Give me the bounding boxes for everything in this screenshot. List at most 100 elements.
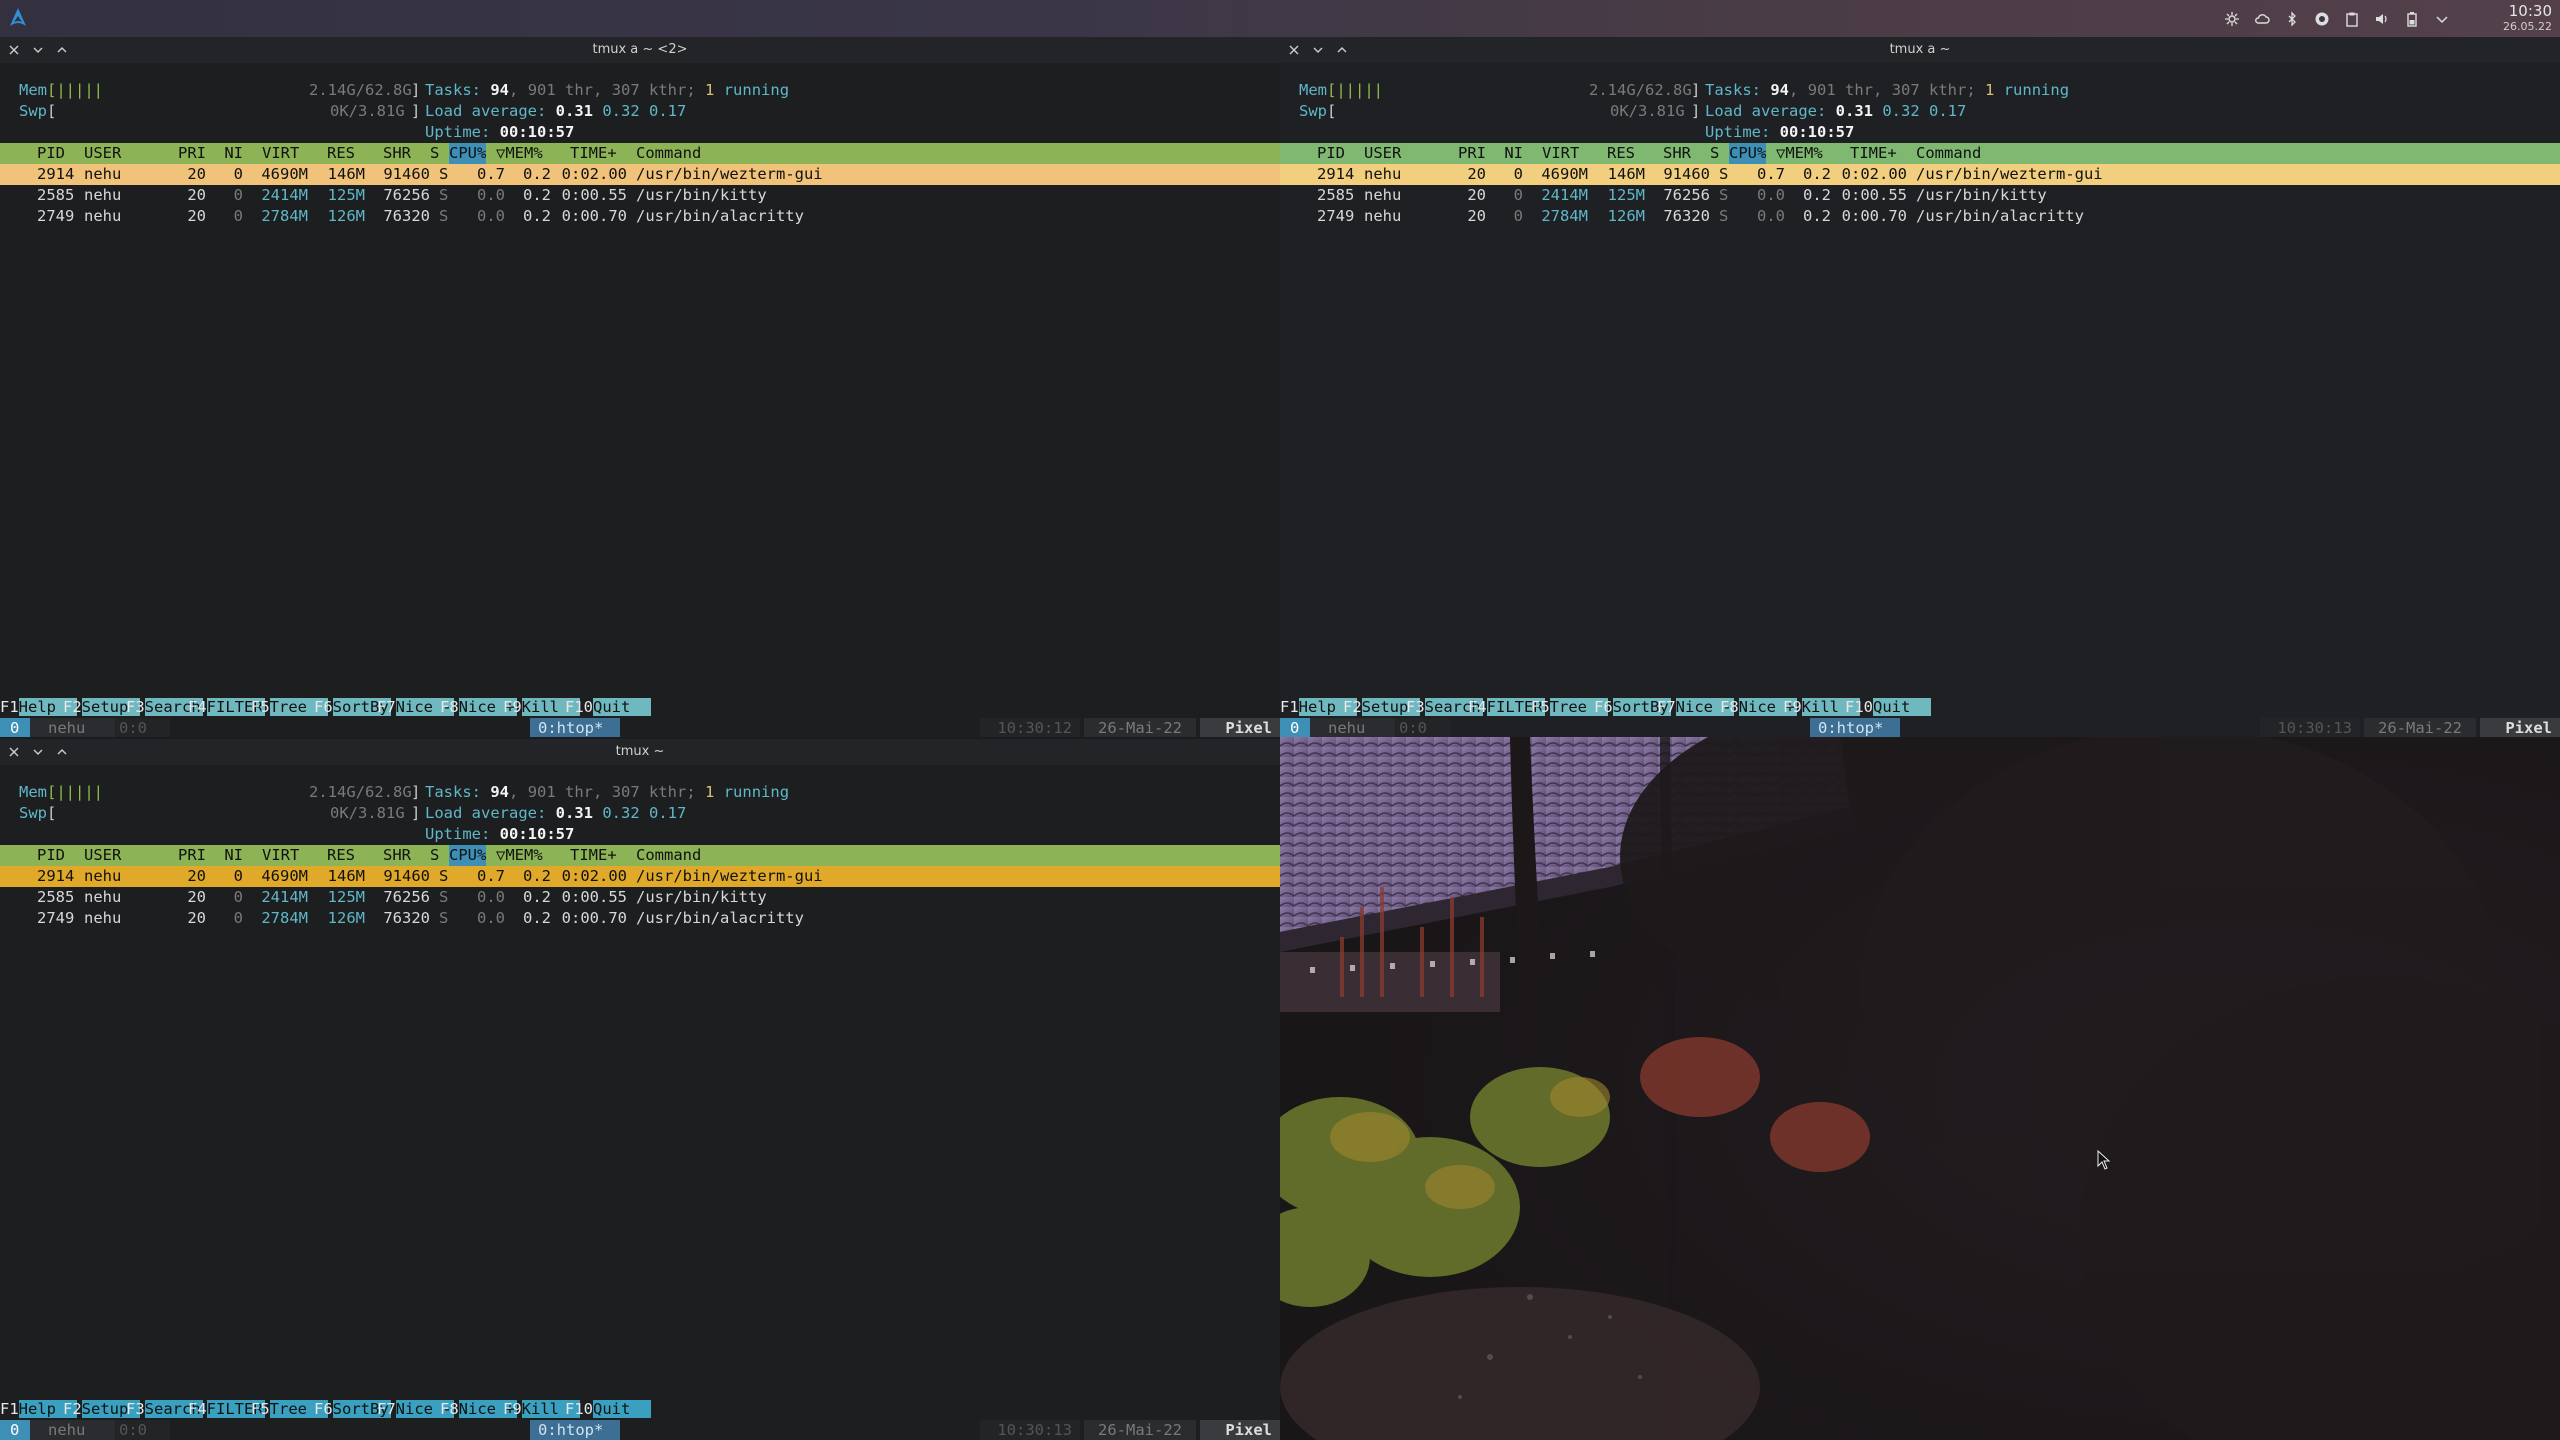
column-header[interactable]: ▽MEM% xyxy=(496,143,543,164)
volume-icon[interactable] xyxy=(2374,11,2390,27)
chevron-down-icon[interactable] xyxy=(2434,11,2450,27)
process-cpu: 0.0 xyxy=(477,207,505,225)
column-header[interactable]: PRI xyxy=(178,143,206,164)
tmux-session[interactable]: 0 xyxy=(1280,718,1310,737)
window-titlebar[interactable]: tmux a ~ xyxy=(1280,37,2560,63)
process-row[interactable]: 2585 nehu 20 0 2414M 125M 76256 S 0.0 0.2 0:00.55 /… xyxy=(0,887,1280,908)
terminal-window-1[interactable]: tmux a ~ <2> Mem[||||| 2.14G/62.8G] Tasks: … xyxy=(0,37,1280,737)
column-header[interactable]: PRI xyxy=(1458,143,1486,164)
column-header[interactable]: S xyxy=(1710,143,1719,164)
process-table-header[interactable]: PID USER PRI NI VIRT RES SHR S CPU% ▽MEM% TIME+ Com… xyxy=(1280,143,2560,164)
process-res: 146M xyxy=(327,165,365,183)
column-header[interactable]: SHR xyxy=(383,143,411,164)
process-table-header[interactable]: PID USER PRI NI VIRT RES SHR S CPU% ▽MEM% TIME+ Com… xyxy=(0,143,1280,164)
column-header[interactable]: TIME+ xyxy=(570,845,617,866)
uptime-label: Uptime: xyxy=(425,825,491,843)
swap-meter-row: Swp[0K/3.81G] Load average: 0.31 0.32 0.1… xyxy=(19,804,687,822)
tmux-window-tab[interactable]: 0:htop* xyxy=(530,718,620,737)
column-header[interactable]: Command xyxy=(636,143,701,164)
column-header[interactable]: USER xyxy=(84,143,121,164)
tasks-label: Tasks: xyxy=(425,81,481,99)
process-res: 146M xyxy=(327,867,365,885)
column-header[interactable]: SHR xyxy=(383,845,411,866)
swp-value: 0K/3.81G xyxy=(1610,102,1685,120)
tmux-pane: 0:0 xyxy=(115,1420,170,1440)
bluetooth-icon[interactable] xyxy=(2284,10,2300,27)
clock[interactable]: 10:30 26.05.22 xyxy=(2456,3,2552,34)
swp-label: Swp xyxy=(19,804,47,822)
top-panel: 10:30 26.05.22 xyxy=(0,0,2560,37)
tmux-session[interactable]: 0 xyxy=(0,1420,30,1440)
column-header[interactable]: USER xyxy=(84,845,121,866)
tasks-count: 94 xyxy=(490,783,510,801)
process-time: 0:02.00 xyxy=(561,867,627,885)
column-header[interactable]: CPU% xyxy=(449,143,487,164)
terminal-window-3[interactable]: tmux ~ Mem[||||| 2.14G/62.8G] Tasks: 94, 90… xyxy=(0,739,1280,1440)
column-header[interactable]: Command xyxy=(1916,143,1981,164)
column-header[interactable]: PRI xyxy=(178,845,206,866)
cloud-icon[interactable] xyxy=(2254,11,2270,27)
window-titlebar[interactable]: tmux a ~ <2> xyxy=(0,37,1280,63)
process-ni: 0 xyxy=(1513,165,1523,183)
column-header[interactable]: VIRT xyxy=(262,845,299,866)
process-row[interactable]: 2914 nehu 20 0 4690M 146M 91460 S 0.7 0.2 0:02.00 /… xyxy=(1280,164,2560,185)
column-header[interactable]: S xyxy=(430,143,439,164)
column-header[interactable]: NI xyxy=(224,143,243,164)
process-row[interactable]: 2914 nehu 20 0 4690M 146M 91460 S 0.7 0.2 0:02.00 /… xyxy=(0,164,1280,185)
tmux-pane: 0:0 xyxy=(1395,718,1450,737)
swp-label: Swp xyxy=(1299,102,1327,120)
clipboard-icon[interactable] xyxy=(2344,11,2360,27)
column-header[interactable]: RES xyxy=(327,845,355,866)
column-header[interactable]: CPU% xyxy=(449,845,487,866)
process-row[interactable]: 2749 nehu 20 0 2784M 126M 76320 S 0.0 0.2 0:00.70 /… xyxy=(1280,206,2560,227)
tmux-window-tab[interactable]: 0:htop* xyxy=(530,1420,620,1440)
htop-terminal[interactable]: Mem[||||| 2.14G/62.8G] Tasks: 94, 901 thr,… xyxy=(0,765,1280,1440)
column-header[interactable]: PID xyxy=(37,845,65,866)
column-header[interactable]: ▽MEM% xyxy=(496,845,543,866)
process-cmd: /usr/bin/wezterm-gui xyxy=(636,165,823,183)
htop-terminal[interactable]: Mem[||||| 2.14G/62.8G] Tasks: 94, 901 thr,… xyxy=(1280,63,2560,737)
process-row[interactable]: 2749 nehu 20 0 2784M 126M 76320 S 0.0 0.2 0:00.70 /… xyxy=(0,206,1280,227)
column-header[interactable]: RES xyxy=(327,143,355,164)
process-mem: 0.2 xyxy=(523,888,551,906)
process-pri: 20 xyxy=(1467,207,1486,225)
column-header[interactable]: CPU% xyxy=(1729,143,1767,164)
column-header[interactable]: TIME+ xyxy=(570,143,617,164)
process-table-header[interactable]: PID USER PRI NI VIRT RES SHR S CPU% ▽MEM% TIME+ Com… xyxy=(0,845,1280,866)
fkey-button[interactable]: F10Quit xyxy=(1845,697,1931,718)
column-header[interactable]: ▽MEM% xyxy=(1776,143,1823,164)
terminal-window-2[interactable]: tmux a ~ Mem[||||| 2.14G/62.8G] Tasks: 94, … xyxy=(1280,37,2560,737)
column-header[interactable]: S xyxy=(430,845,439,866)
tmux-window-tab[interactable]: 0:htop* xyxy=(1810,718,1900,737)
window-titlebar[interactable]: tmux ~ xyxy=(0,739,1280,765)
process-row[interactable]: 2585 nehu 20 0 2414M 125M 76256 S 0.0 0.2 0:00.55 /… xyxy=(0,185,1280,206)
column-header[interactable]: VIRT xyxy=(1542,143,1579,164)
process-s: S xyxy=(439,165,449,183)
column-header[interactable]: PID xyxy=(37,143,65,164)
fkey-key: F2 xyxy=(63,1400,82,1418)
process-row[interactable]: 2585 nehu 20 0 2414M 125M 76256 S 0.0 0.2 0:00.55 /… xyxy=(1280,185,2560,206)
app-launcher[interactable] xyxy=(0,0,36,37)
process-ni: 0 xyxy=(233,909,243,927)
column-header[interactable]: Command xyxy=(636,845,701,866)
column-header[interactable]: TIME+ xyxy=(1850,143,1897,164)
column-header[interactable]: RES xyxy=(1607,143,1635,164)
htop-terminal[interactable]: Mem[||||| 2.14G/62.8G] Tasks: 94, 901 thr,… xyxy=(0,63,1280,737)
update-icon[interactable] xyxy=(2314,11,2330,27)
fkey-button[interactable]: F10Quit xyxy=(565,697,651,718)
tmux-session[interactable]: 0 xyxy=(0,718,30,737)
column-header[interactable]: NI xyxy=(1504,143,1523,164)
column-header[interactable]: USER xyxy=(1364,143,1401,164)
process-res: 125M xyxy=(327,888,365,906)
column-header[interactable]: NI xyxy=(224,845,243,866)
process-cmd: /usr/bin/kitty xyxy=(636,888,767,906)
process-row[interactable]: 2914 nehu 20 0 4690M 146M 91460 S 0.7 0.2 0:02.00 /… xyxy=(0,866,1280,887)
process-s: S xyxy=(439,867,449,885)
process-row[interactable]: 2749 nehu 20 0 2784M 126M 76320 S 0.0 0.2 0:00.70 /… xyxy=(0,908,1280,929)
battery-icon[interactable] xyxy=(2404,11,2420,27)
fkey-button[interactable]: F10Quit xyxy=(565,1399,651,1420)
column-header[interactable]: VIRT xyxy=(262,143,299,164)
column-header[interactable]: SHR xyxy=(1663,143,1691,164)
column-header[interactable]: PID xyxy=(1317,143,1345,164)
settings-icon[interactable] xyxy=(2224,11,2240,27)
